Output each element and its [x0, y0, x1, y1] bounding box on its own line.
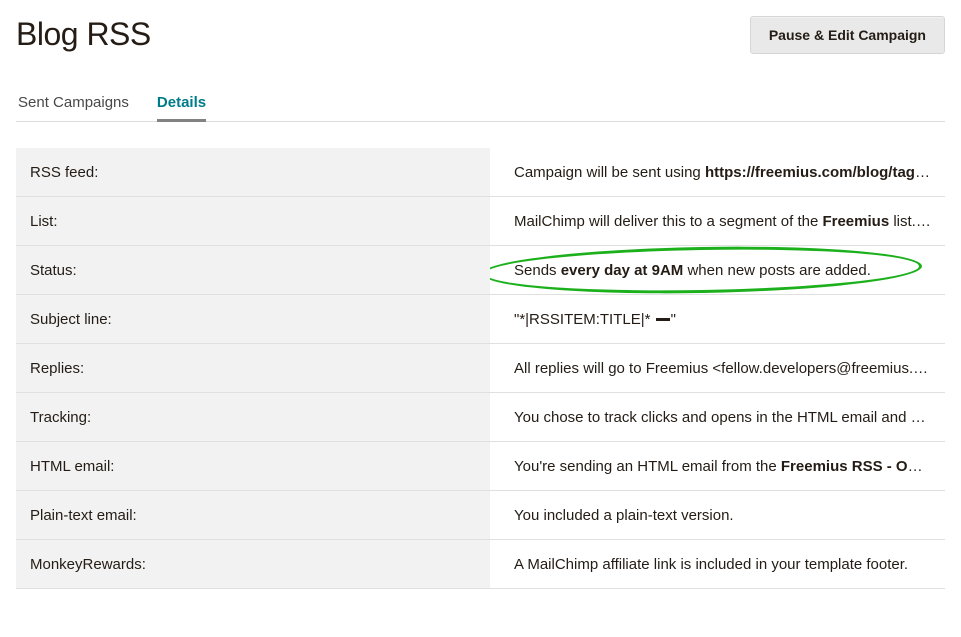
value-list: MailChimp will deliver this to a segment… — [490, 197, 945, 246]
pause-edit-button[interactable]: Pause & Edit Campaign — [750, 16, 945, 54]
row-replies: Replies: All replies will go to Freemius… — [16, 344, 945, 393]
value-plain-text-email: You included a plain-text version. — [490, 491, 945, 540]
details-table: RSS feed: Campaign will be sent using ht… — [16, 148, 945, 589]
label-html-email: HTML email: — [16, 442, 490, 491]
row-status: Status: Sends every day at 9AM when new … — [16, 246, 945, 295]
label-plain-text-email: Plain-text email: — [16, 491, 490, 540]
tab-sent-campaigns[interactable]: Sent Campaigns — [18, 94, 129, 121]
tab-details[interactable]: Details — [157, 94, 206, 121]
page-title: Blog RSS — [16, 16, 151, 53]
label-monkeyrewards: MonkeyRewards: — [16, 540, 490, 589]
row-subject-line: Subject line: "*|RSSITEM:TITLE|* " — [16, 295, 945, 344]
value-status: Sends every day at 9AM when new posts ar… — [490, 246, 945, 295]
value-monkeyrewards: A MailChimp affiliate link is included i… — [490, 540, 945, 589]
value-replies: All replies will go to Freemius <fellow.… — [490, 344, 945, 393]
value-subject-line: "*|RSSITEM:TITLE|* " — [490, 295, 945, 344]
value-tracking: You chose to track clicks and opens in t… — [490, 393, 945, 442]
row-rss-feed: RSS feed: Campaign will be sent using ht… — [16, 148, 945, 197]
row-list: List: MailChimp will deliver this to a s… — [16, 197, 945, 246]
value-rss-feed: Campaign will be sent using https://free… — [490, 148, 945, 197]
tabs-bar: Sent Campaigns Details — [16, 94, 945, 122]
label-tracking: Tracking: — [16, 393, 490, 442]
row-monkeyrewards: MonkeyRewards: A MailChimp affiliate lin… — [16, 540, 945, 589]
row-tracking: Tracking: You chose to track clicks and … — [16, 393, 945, 442]
label-status: Status: — [16, 246, 490, 295]
label-rss-feed: RSS feed: — [16, 148, 490, 197]
label-replies: Replies: — [16, 344, 490, 393]
long-dash-icon — [656, 318, 670, 321]
label-list: List: — [16, 197, 490, 246]
value-html-email: You're sending an HTML email from the Fr… — [490, 442, 945, 491]
row-html-email: HTML email: You're sending an HTML email… — [16, 442, 945, 491]
row-plain-text-email: Plain-text email: You included a plain-t… — [16, 491, 945, 540]
label-subject-line: Subject line: — [16, 295, 490, 344]
